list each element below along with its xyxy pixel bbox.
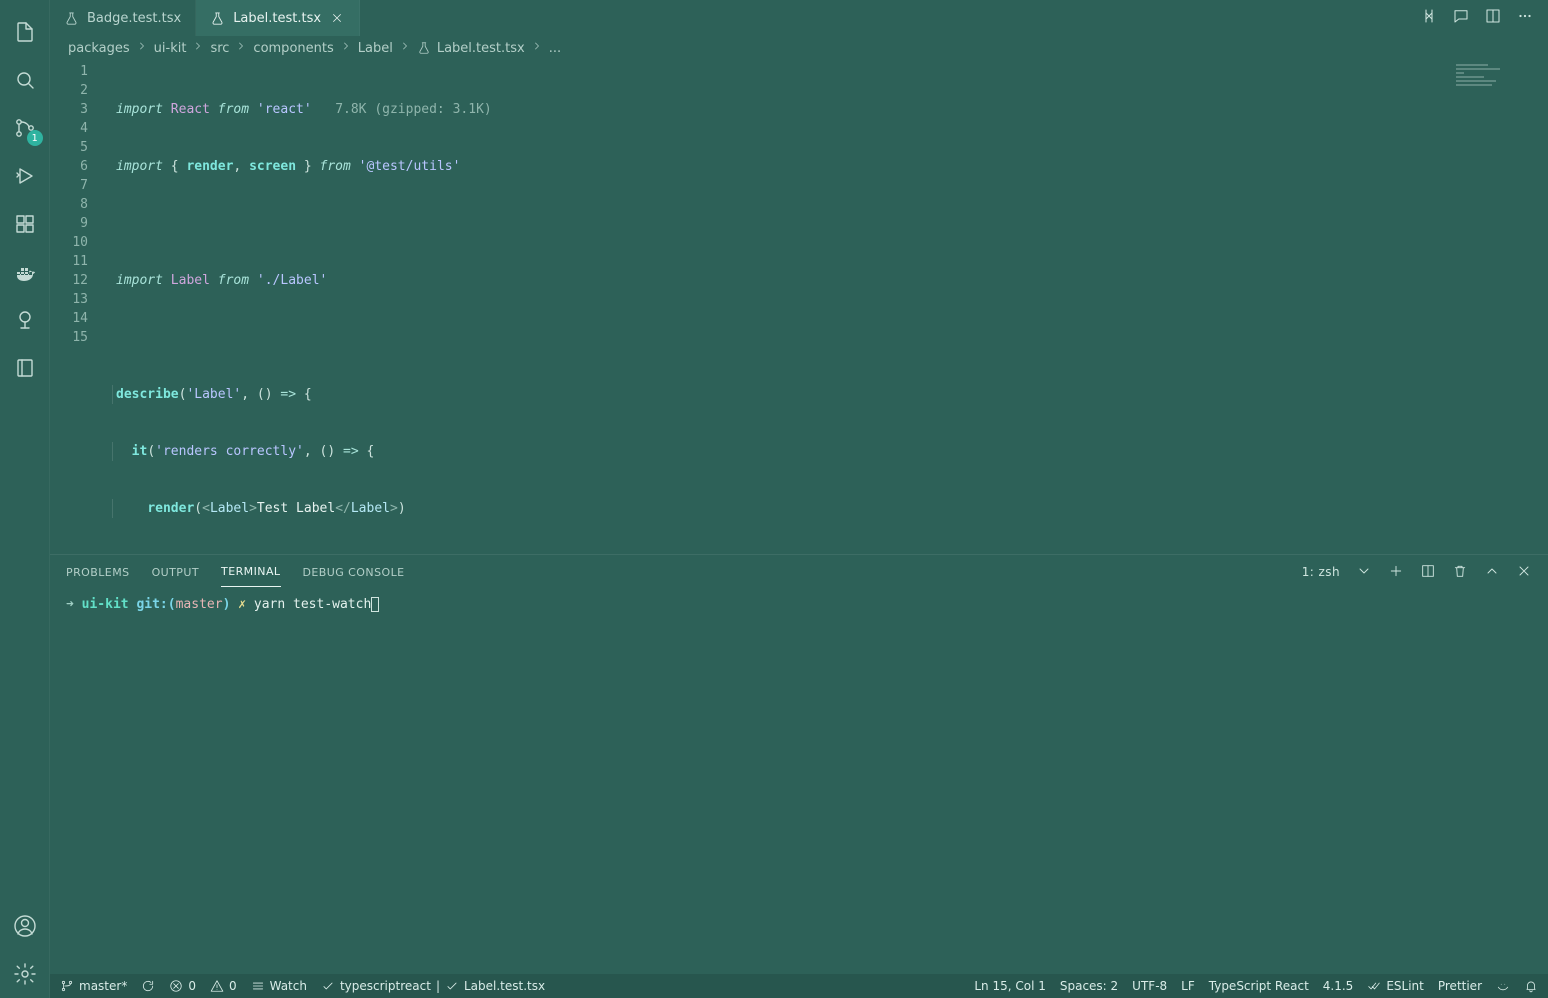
chevron-right-icon	[192, 40, 204, 56]
branch-icon	[60, 979, 74, 993]
crumb[interactable]: ...	[549, 41, 561, 56]
minimap[interactable]	[1456, 64, 1536, 92]
search-icon[interactable]	[1, 56, 49, 104]
check-icon	[321, 979, 335, 993]
scm-badge: 1	[27, 130, 43, 146]
tab-output[interactable]: OUTPUT	[152, 558, 199, 587]
sync-button[interactable]	[141, 979, 155, 993]
size-hint: 7.8K (gzipped: 3.1K)	[335, 102, 492, 117]
beaker-icon	[417, 41, 431, 55]
line-numbers: 123456789101112131415	[50, 60, 106, 554]
crumb[interactable]: src	[210, 41, 229, 56]
breadcrumb: packages ui-kit src components Label Lab…	[50, 36, 1548, 60]
tab-actions	[1420, 0, 1548, 36]
chevron-right-icon	[531, 40, 543, 56]
tree-icon[interactable]	[1, 296, 49, 344]
main-area: Badge.test.tsx Label.test.tsx packages u…	[50, 0, 1548, 998]
split-editor-icon[interactable]	[1484, 7, 1502, 29]
run-debug-icon[interactable]	[1, 152, 49, 200]
terminal[interactable]: ➜ ui-kit git:(master) ✗ yarn test-watch	[50, 589, 1548, 974]
eslint-status[interactable]: ESLint	[1367, 979, 1424, 993]
crumb[interactable]: packages	[68, 41, 130, 56]
tab-label: Badge.test.tsx	[87, 11, 181, 26]
chevron-right-icon	[235, 40, 247, 56]
warnings-count[interactable]: 0	[210, 979, 237, 993]
tab-label-test[interactable]: Label.test.tsx	[196, 0, 360, 36]
kill-terminal-icon[interactable]	[1452, 563, 1468, 582]
panel: PROBLEMS OUTPUT TERMINAL DEBUG CONSOLE 1…	[50, 554, 1548, 974]
prettier-status[interactable]: Prettier	[1438, 979, 1482, 993]
list-icon	[251, 979, 265, 993]
eol[interactable]: LF	[1181, 979, 1195, 993]
terminal-select[interactable]: 1: zsh	[1302, 565, 1340, 579]
tab-problems[interactable]: PROBLEMS	[66, 558, 130, 587]
terminal-cursor	[371, 597, 379, 612]
explorer-icon[interactable]	[1, 8, 49, 56]
tab-debug-console[interactable]: DEBUG CONSOLE	[303, 558, 405, 587]
chevron-right-icon	[340, 40, 352, 56]
editor[interactable]: 123456789101112131415 import React from …	[50, 60, 1548, 554]
split-terminal-icon[interactable]	[1420, 563, 1436, 582]
docker-icon[interactable]	[1, 248, 49, 296]
language-mode[interactable]: TypeScript React	[1209, 979, 1309, 993]
crumb[interactable]: Label.test.tsx	[437, 41, 525, 56]
tab-badge-test[interactable]: Badge.test.tsx	[50, 0, 196, 36]
check-icon	[445, 979, 459, 993]
settings-gear-icon[interactable]	[1, 950, 49, 998]
warning-icon	[210, 979, 224, 993]
tab-terminal[interactable]: TERMINAL	[221, 557, 280, 587]
encoding[interactable]: UTF-8	[1132, 979, 1167, 993]
watch-button[interactable]: Watch	[251, 979, 307, 993]
chevron-right-icon	[399, 40, 411, 56]
project-icon[interactable]	[1, 344, 49, 392]
new-terminal-icon[interactable]	[1388, 563, 1404, 582]
compare-icon[interactable]	[1420, 7, 1438, 29]
tab-label: Label.test.tsx	[233, 11, 321, 26]
double-check-icon	[1367, 979, 1381, 993]
crumb[interactable]: ui-kit	[154, 41, 187, 56]
feedback-icon[interactable]	[1496, 979, 1510, 993]
indentation[interactable]: Spaces: 2	[1060, 979, 1118, 993]
activity-bar: 1	[0, 0, 50, 998]
accounts-icon[interactable]	[1, 902, 49, 950]
chevron-down-icon[interactable]	[1356, 563, 1372, 582]
git-branch[interactable]: master*	[60, 979, 127, 993]
errors-count[interactable]: 0	[169, 979, 196, 993]
source-control-icon[interactable]: 1	[1, 104, 49, 152]
chevron-right-icon	[136, 40, 148, 56]
crumb[interactable]: components	[253, 41, 333, 56]
editor-tabs: Badge.test.tsx Label.test.tsx	[50, 0, 1548, 36]
cursor-position[interactable]: Ln 15, Col 1	[974, 979, 1046, 993]
chat-icon[interactable]	[1452, 7, 1470, 29]
chevron-up-icon[interactable]	[1484, 563, 1500, 582]
beaker-icon	[64, 11, 79, 26]
sync-icon	[141, 979, 155, 993]
lang-status[interactable]: typescriptreact | Label.test.tsx	[321, 979, 545, 993]
status-bar: master* 0 0 Watch typescriptreact | Labe…	[50, 974, 1548, 998]
code-content[interactable]: import React from 'react' 7.8K (gzipped:…	[106, 60, 1548, 554]
close-panel-icon[interactable]	[1516, 563, 1532, 582]
beaker-icon	[210, 11, 225, 26]
panel-tabs: PROBLEMS OUTPUT TERMINAL DEBUG CONSOLE 1…	[50, 555, 1548, 589]
ts-version[interactable]: 4.1.5	[1323, 979, 1354, 993]
more-icon[interactable]	[1516, 7, 1534, 29]
crumb[interactable]: Label	[358, 41, 393, 56]
bell-icon[interactable]	[1524, 979, 1538, 993]
close-icon[interactable]	[329, 10, 345, 26]
extensions-icon[interactable]	[1, 200, 49, 248]
error-icon	[169, 979, 183, 993]
